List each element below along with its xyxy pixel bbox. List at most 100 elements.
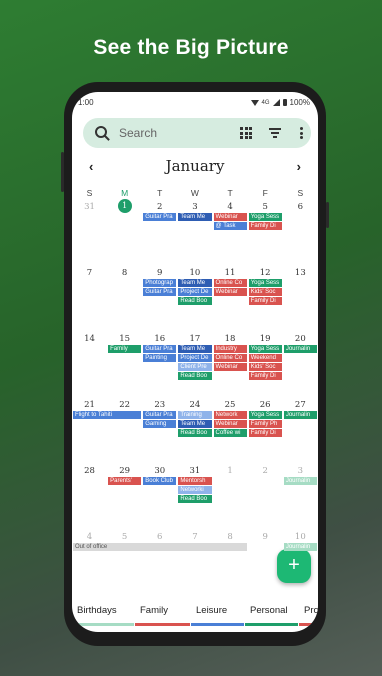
day-cell[interactable]: 20 <box>283 334 318 344</box>
day-cell[interactable]: 12 <box>248 268 283 278</box>
day-cell[interactable]: 10 <box>177 268 212 278</box>
event-chip[interactable]: Guitar Pra <box>143 213 177 221</box>
day-cell[interactable]: 7 <box>177 532 212 542</box>
day-cell[interactable]: 21 <box>72 400 107 410</box>
event-chip[interactable]: Weekend <box>248 354 282 362</box>
category-tab[interactable]: Birthdays <box>77 605 117 616</box>
day-cell[interactable]: 7 <box>72 268 107 278</box>
add-event-button[interactable]: + <box>277 549 311 583</box>
day-cell[interactable]: 11 <box>213 268 248 278</box>
day-cell[interactable]: 8 <box>107 268 142 278</box>
day-cell[interactable]: 31 <box>177 466 212 476</box>
day-cell[interactable]: 3 <box>177 202 212 212</box>
event-chip[interactable]: Team Me <box>178 420 212 428</box>
day-cell[interactable]: 4 <box>72 532 107 542</box>
event-chip[interactable]: Journalin <box>283 411 317 419</box>
more-options-icon[interactable] <box>300 127 304 139</box>
day-cell[interactable]: 14 <box>72 334 107 344</box>
event-chip[interactable]: Project De <box>178 288 212 296</box>
event-chip[interactable]: Read Boo <box>178 495 212 503</box>
day-cell[interactable]: 25 <box>213 400 248 410</box>
event-chip[interactable]: Webinar <box>213 420 247 428</box>
event-chip[interactable]: Client Pre <box>178 363 212 371</box>
category-tab[interactable]: Leisure <box>196 605 227 616</box>
event-chip[interactable]: Yoga Sess <box>248 279 282 287</box>
event-chip[interactable]: Guitar Pra <box>143 411 177 419</box>
day-cell[interactable]: 17 <box>177 334 212 344</box>
event-chip[interactable]: Kids' Soc <box>248 363 282 371</box>
event-chip[interactable]: Family <box>108 345 142 353</box>
event-chip[interactable]: Yoga Sess <box>248 345 282 353</box>
event-chip[interactable]: Team Me <box>178 279 212 287</box>
day-cell[interactable]: 15 <box>107 334 142 344</box>
day-cell[interactable]: 19 <box>248 334 283 344</box>
day-cell[interactable]: 2 <box>142 202 177 212</box>
event-chip[interactable]: Webinar <box>213 288 247 296</box>
category-tab[interactable]: Personal <box>250 605 288 616</box>
event-chip[interactable]: Project De <box>178 354 212 362</box>
event-chip[interactable]: Journalin <box>283 345 317 353</box>
event-chip[interactable]: Online Co <box>213 279 247 287</box>
event-chip[interactable]: Read Boo <box>178 429 212 437</box>
event-chip[interactable]: Book Club <box>143 477 177 485</box>
day-cell[interactable]: 6 <box>283 202 318 212</box>
next-month-icon[interactable]: › <box>297 159 301 174</box>
event-chip[interactable]: Yoga Sess <box>248 213 282 221</box>
event-chip[interactable]: Read Boo <box>178 372 212 380</box>
event-chip[interactable]: Flight to Tahiti <box>73 411 142 419</box>
day-cell[interactable]: 27 <box>283 400 318 410</box>
day-cell[interactable]: 13 <box>283 268 318 278</box>
event-chip[interactable]: Guitar Pra <box>143 345 177 353</box>
event-chip[interactable]: Webinar <box>213 213 247 221</box>
event-chip[interactable]: Family Ph <box>248 420 282 428</box>
search-icon[interactable] <box>95 126 107 138</box>
event-chip[interactable]: Read Boo <box>178 297 212 305</box>
search-input[interactable]: Search <box>119 126 157 140</box>
category-tab[interactable]: Profe <box>304 605 318 616</box>
event-chip[interactable]: Family Di <box>248 222 282 230</box>
filter-icon[interactable] <box>269 128 281 138</box>
day-cell[interactable]: 1 <box>213 466 248 476</box>
event-chip[interactable]: Family Di <box>248 297 282 305</box>
event-chip[interactable]: Team Me <box>178 345 212 353</box>
event-chip[interactable]: Photograp <box>143 279 177 287</box>
event-chip[interactable]: Painting <box>143 354 177 362</box>
event-chip[interactable]: Industry <box>213 345 247 353</box>
day-cell[interactable]: 6 <box>142 532 177 542</box>
day-cell[interactable]: 22 <box>107 400 142 410</box>
day-cell[interactable]: 9 <box>142 268 177 278</box>
day-cell[interactable]: 26 <box>248 400 283 410</box>
event-chip[interactable]: Kids' Soc <box>248 288 282 296</box>
day-cell[interactable]: 5 <box>107 532 142 542</box>
event-chip[interactable]: Gaming <box>143 420 177 428</box>
day-cell[interactable]: 2 <box>248 466 283 476</box>
event-chip[interactable]: Parents' <box>108 477 142 485</box>
event-chip[interactable]: Journalin <box>283 477 317 485</box>
event-chip[interactable]: Family Di <box>248 429 282 437</box>
event-chip[interactable]: Family Di <box>248 372 282 380</box>
event-chip[interactable]: Training <box>178 411 212 419</box>
event-chip[interactable]: @ Task <box>213 222 247 230</box>
category-tab[interactable]: Family <box>140 605 168 616</box>
day-cell[interactable]: 18 <box>213 334 248 344</box>
day-cell[interactable]: 23 <box>142 400 177 410</box>
event-chip[interactable]: Yoga Sess <box>248 411 282 419</box>
view-grid-icon[interactable] <box>240 127 252 139</box>
day-cell[interactable]: 9 <box>248 532 283 542</box>
event-chip[interactable]: Guitar Pra <box>143 288 177 296</box>
event-chip[interactable]: Journalin <box>283 543 317 551</box>
search-bar[interactable]: Search <box>83 118 311 148</box>
day-cell[interactable]: 31 <box>72 202 107 212</box>
day-cell[interactable]: 24 <box>177 400 212 410</box>
event-chip[interactable]: Coffee wi <box>213 429 247 437</box>
day-cell[interactable]: 10 <box>283 532 318 542</box>
day-cell[interactable]: 5 <box>248 202 283 212</box>
event-chip[interactable]: Mentorsh <box>178 477 212 485</box>
day-cell[interactable]: 16 <box>142 334 177 344</box>
event-chip[interactable]: Networki <box>178 486 212 494</box>
event-chip[interactable]: Webinar <box>213 363 247 371</box>
event-chip[interactable]: Team Me <box>178 213 212 221</box>
day-cell[interactable]: 3 <box>283 466 318 476</box>
event-chip[interactable]: Out of office <box>73 543 247 551</box>
day-cell-today[interactable]: 1 <box>107 199 142 213</box>
